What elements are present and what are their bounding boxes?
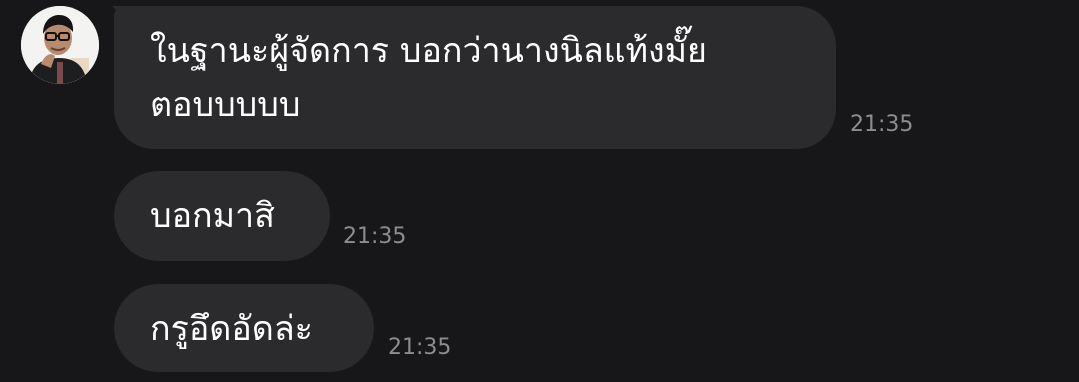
message-bubble-2[interactable]: บอกมาสิ: [114, 171, 330, 261]
message-2-timestamp: 21:35: [343, 224, 407, 249]
message-1-line-1: ในฐานะผู้จัดการ บอกว่านางนิลแท้งมั๊ย: [150, 31, 707, 71]
message-1-timestamp: 21:35: [850, 112, 914, 137]
message-1-line-2: ตอบบบบบ: [150, 85, 301, 125]
person-with-glasses-icon: [21, 6, 99, 84]
sender-avatar[interactable]: [21, 6, 99, 84]
message-2-text: บอกมาสิ: [150, 196, 275, 236]
message-3-text: กรูอึดอัดล่ะ: [150, 309, 313, 349]
message-bubble-3[interactable]: กรูอึดอัดล่ะ: [114, 284, 374, 372]
message-3-timestamp: 21:35: [388, 335, 452, 360]
message-bubble-1[interactable]: ในฐานะผู้จัดการ บอกว่านางนิลแท้งมั๊ย ตอบ…: [114, 6, 836, 149]
